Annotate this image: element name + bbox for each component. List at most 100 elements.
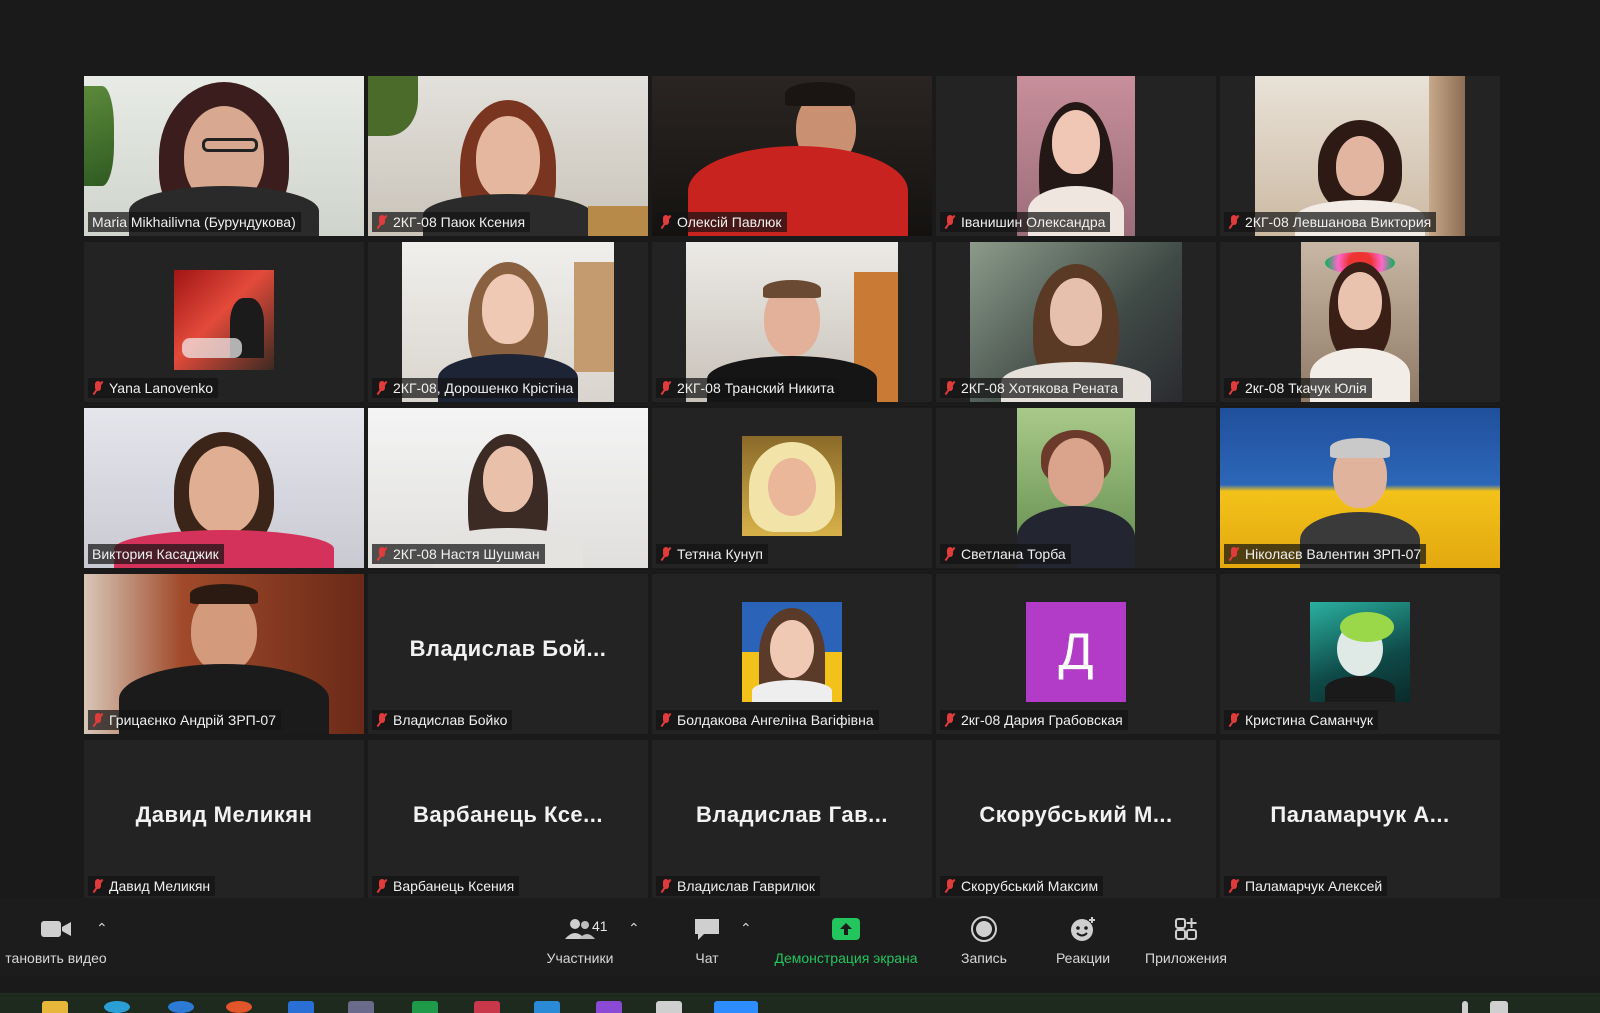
participant-tile[interactable]: Олексій Павлюк (652, 76, 932, 236)
participant-tile[interactable]: Владислав Бой... Владислав Бойко (368, 574, 648, 734)
video-options-chevron-icon[interactable]: ⌃ (96, 920, 108, 937)
participant-tile[interactable]: Грицаєнко Андрій ЗРП-07 (84, 574, 364, 734)
participants-options-chevron-icon[interactable]: ⌃ (628, 920, 640, 937)
participant-tile[interactable]: Варбанець Ксе... Варбанець Ксения (368, 740, 648, 900)
app-icon[interactable] (534, 1001, 560, 1013)
participant-name-label: Олексій Павлюк (656, 212, 787, 232)
participant-name-label: Варбанець Ксения (372, 876, 520, 896)
apps-icon (1136, 914, 1236, 944)
share-screen-button[interactable]: Демонстрация экрана (766, 914, 926, 966)
participant-name-label: Грицаєнко Андрій ЗРП-07 (88, 710, 281, 730)
participant-name-label: Скорубський Максим (940, 876, 1104, 896)
participant-tile[interactable]: 2КГ-08 Транский Никита (652, 242, 932, 402)
participant-tile[interactable]: 2кг-08 Ткачук Юлія (1220, 242, 1500, 402)
tray-icon[interactable] (1462, 1001, 1468, 1013)
share-screen-icon (766, 914, 926, 944)
participant-display-name: Владислав Бой... (409, 636, 607, 661)
file-explorer-icon[interactable] (42, 1001, 68, 1013)
reactions-button[interactable]: Реакции (1048, 914, 1118, 966)
participant-display-name: Скорубський М... (979, 802, 1173, 827)
participant-display-name: Владислав Гав... (696, 802, 888, 827)
mic-muted-icon (376, 381, 388, 395)
participant-tile[interactable]: Скорубський М... Скорубський Максим (936, 740, 1216, 900)
participant-name-label: 2кг-08 Дария Грабовская (940, 710, 1128, 730)
participant-avatar (742, 436, 842, 536)
app-icon[interactable] (348, 1001, 374, 1013)
mic-muted-icon (660, 381, 672, 395)
participant-tile[interactable]: Виктория Касаджик (84, 408, 364, 568)
participant-tile[interactable]: 2КГ-08 Левшанова Виктория (1220, 76, 1500, 236)
participant-name-label: Виктория Касаджик (88, 544, 224, 564)
apps-button[interactable]: Приложения (1136, 914, 1236, 966)
participant-tile[interactable]: Паламарчук А... Паламарчук Алексей (1220, 740, 1500, 900)
mic-muted-icon (92, 879, 104, 893)
participant-display-name: Давид Меликян (135, 802, 313, 827)
record-icon (952, 914, 1016, 944)
mic-muted-icon (660, 215, 672, 229)
mic-muted-icon (660, 879, 672, 893)
zoom-app-icon[interactable] (714, 1001, 758, 1013)
reaction-smiley-icon (1048, 914, 1118, 944)
participant-tile[interactable]: Yana Lanovenko (84, 242, 364, 402)
participant-tile[interactable]: Кристина Саманчук (1220, 574, 1500, 734)
tray-icon[interactable] (1490, 1001, 1508, 1013)
participant-tile[interactable]: Д 2кг-08 Дария Грабовская (936, 574, 1216, 734)
participant-avatar (742, 602, 842, 702)
participant-name-label: Светлана Торба (940, 544, 1071, 564)
app-icon[interactable] (288, 1001, 314, 1013)
participant-name-label: Тетяна Кунуп (656, 544, 768, 564)
video-grid: Maria Mikhailivna (Бурундукова) 2КГ-08 П… (84, 76, 1500, 900)
participant-name-label: Паламарчук Алексей (1224, 876, 1388, 896)
participant-name-label: Давид Меликян (88, 876, 216, 896)
participant-name-label: Іванишин Олександра (940, 212, 1111, 232)
app-icon[interactable] (226, 1001, 252, 1013)
participant-tile[interactable]: Давид Меликян Давид Меликян (84, 740, 364, 900)
participant-tile[interactable]: 2КГ-08 Хотякова Рената (936, 242, 1216, 402)
participants-button[interactable]: Участники (530, 914, 630, 966)
app-icon[interactable] (656, 1001, 682, 1013)
app-icon[interactable] (596, 1001, 622, 1013)
participant-name-label: 2кг-08 Ткачук Юлія (1224, 378, 1372, 398)
participant-name-label: Владислав Гаврилюк (656, 876, 820, 896)
participants-icon (530, 914, 630, 944)
mic-muted-icon (660, 713, 672, 727)
participant-tile[interactable]: Тетяна Кунуп (652, 408, 932, 568)
chat-button[interactable]: Чат (672, 914, 742, 966)
participant-tile[interactable]: Ніколаєв Валентин ЗРП-07 (1220, 408, 1500, 568)
participant-tile[interactable]: Maria Mikhailivna (Бурундукова) (84, 76, 364, 236)
participant-display-name: Варбанець Ксе... (412, 802, 603, 827)
mic-muted-icon (944, 713, 956, 727)
participant-name-label: Кристина Саманчук (1224, 710, 1379, 730)
participant-name-label: Владислав Бойко (372, 710, 513, 730)
participant-tile[interactable]: 2КГ-08 Настя Шушман (368, 408, 648, 568)
mic-muted-icon (944, 381, 956, 395)
participant-tile[interactable]: Болдакова Ангеліна Вагіфівна (652, 574, 932, 734)
meeting-toolbar: тановить видео ⌃ Участники 41 ⌃ Чат ⌃ Де… (0, 898, 1600, 976)
mic-muted-icon (944, 215, 956, 229)
participant-initial-avatar: Д (1026, 602, 1126, 702)
mic-muted-icon (376, 879, 388, 893)
mic-muted-icon (92, 713, 104, 727)
participant-tile[interactable]: 2КГ-08 Паюк Ксения (368, 76, 648, 236)
participant-tile[interactable]: Светлана Торба (936, 408, 1216, 568)
mic-muted-icon (944, 547, 956, 561)
browser-icon[interactable] (168, 1001, 194, 1013)
mic-muted-icon (1228, 547, 1240, 561)
browser-icon[interactable] (104, 1001, 130, 1013)
participant-name-label: Болдакова Ангеліна Вагіфівна (656, 710, 879, 730)
app-icon[interactable] (474, 1001, 500, 1013)
participant-name-label: 2КГ-08 Настя Шушман (372, 544, 545, 564)
participant-tile[interactable]: Владислав Гав... Владислав Гаврилюк (652, 740, 932, 900)
mic-muted-icon (1228, 879, 1240, 893)
participant-tile[interactable]: 2КГ-08, Дорошенко Крістіна (368, 242, 648, 402)
participants-count: 41 (592, 918, 608, 934)
participant-tile[interactable]: Іванишин Олександра (936, 76, 1216, 236)
participant-name-label: 2КГ-08, Дорошенко Крістіна (372, 378, 579, 398)
chat-options-chevron-icon[interactable]: ⌃ (740, 920, 752, 937)
app-icon[interactable] (412, 1001, 438, 1013)
participant-name-label: 2КГ-08 Хотякова Рената (940, 378, 1124, 398)
record-button[interactable]: Запись (952, 914, 1016, 966)
chat-bubble-icon (672, 914, 742, 944)
participant-name-label: Maria Mikhailivna (Бурундукова) (88, 212, 301, 232)
mic-muted-icon (376, 713, 388, 727)
